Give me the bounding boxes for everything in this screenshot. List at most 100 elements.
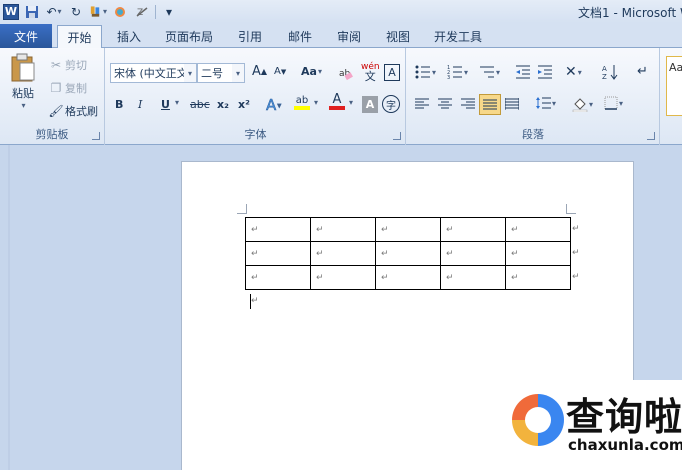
show-marks-button[interactable]: ↵: [637, 64, 648, 79]
font-color-dropdown-icon[interactable]: ▾: [348, 98, 353, 107]
format-painter-qat-icon[interactable]: ▾: [89, 3, 107, 21]
format-painter-label: 格式刷: [65, 105, 98, 118]
table-cell[interactable]: ↵: [440, 241, 506, 266]
font-name-dropdown-icon[interactable]: ▾: [184, 64, 196, 82]
change-case-button[interactable]: Aa ▾: [301, 65, 322, 78]
italic-button[interactable]: I: [138, 98, 142, 111]
table-cell[interactable]: ↵: [310, 265, 376, 290]
table-cell[interactable]: ↵: [375, 265, 441, 290]
align-right-icon: [461, 98, 475, 109]
shading-button[interactable]: ▾: [572, 96, 593, 112]
font-color-button[interactable]: A: [329, 93, 345, 110]
save-icon[interactable]: [23, 3, 41, 21]
table-cell[interactable]: ↵: [245, 265, 311, 290]
underline-dropdown-icon[interactable]: ▾: [174, 98, 179, 107]
font-size-dropdown-icon[interactable]: ▾: [232, 64, 244, 82]
table-cell[interactable]: ↵: [245, 217, 311, 242]
table-cell[interactable]: ↵: [375, 217, 441, 242]
asian-layout-button[interactable]: ✕ ▾: [565, 64, 582, 80]
font-size-combo[interactable]: 二号 ▾: [197, 63, 245, 83]
table-cell[interactable]: ↵: [245, 241, 311, 266]
clear-formatting-button[interactable]: ab: [338, 65, 354, 81]
table-cell[interactable]: ↵: [505, 241, 571, 266]
line-spacing-button[interactable]: ▾: [535, 96, 556, 110]
align-center-button[interactable]: [438, 98, 452, 110]
format-painter-button[interactable]: 🖌 格式刷: [47, 102, 98, 120]
strikethrough-button[interactable]: abc: [190, 98, 210, 111]
cut-button[interactable]: ✂ 剪切: [47, 56, 87, 74]
align-right-button[interactable]: [461, 98, 475, 110]
tab-page-layout[interactable]: 页面布局: [160, 25, 218, 48]
table-cell[interactable]: ↵: [440, 265, 506, 290]
color-wheel-icon[interactable]: [111, 3, 129, 21]
font-color-bar: [329, 106, 345, 110]
highlight-button[interactable]: ab: [294, 96, 310, 110]
table-cell[interactable]: ↵: [375, 241, 441, 266]
enclose-characters-button[interactable]: 字: [382, 95, 400, 113]
paste-button[interactable]: 粘贴 ▾: [8, 53, 38, 110]
decrease-indent-button[interactable]: [515, 65, 531, 79]
font-name-combo[interactable]: 宋体 (中文正文) ▾: [110, 63, 197, 83]
tab-home[interactable]: 开始: [57, 25, 102, 49]
tab-mailings[interactable]: 邮件: [280, 25, 320, 48]
watermark: 查询啦 chaxunla.com: [506, 380, 682, 470]
table-cell[interactable]: ↵: [440, 217, 506, 242]
clear-formatting-icon: ab: [339, 69, 353, 81]
pilcrow-icon: ↵: [637, 64, 648, 79]
tab-review[interactable]: 审阅: [329, 25, 369, 48]
copy-button[interactable]: ❐ 复制: [47, 79, 87, 97]
distributed-icon: [505, 98, 519, 110]
tab-references[interactable]: 引用: [230, 25, 270, 48]
customize-qat-icon[interactable]: ▾: [160, 3, 178, 21]
table-cell[interactable]: ↵: [310, 241, 376, 266]
justify-button[interactable]: [479, 94, 501, 115]
paste-dropdown-icon[interactable]: ▾: [21, 101, 25, 110]
paragraph-launcher-icon[interactable]: [647, 132, 655, 140]
change-case-icon: Aa: [301, 65, 317, 78]
increase-indent-button[interactable]: [537, 65, 553, 79]
document-table[interactable]: ↵ ↵ ↵ ↵ ↵ ↵ ↵ ↵ ↵ ↵ ↵ ↵ ↵ ↵ ↵: [245, 217, 571, 290]
watermark-logo-icon: [512, 394, 564, 446]
paint-bucket-icon: [572, 98, 588, 112]
table-cell[interactable]: ↵: [505, 265, 571, 290]
table-row: ↵ ↵ ↵ ↵ ↵: [245, 217, 571, 242]
increase-indent-icon: [538, 65, 552, 79]
sort-button[interactable]: AZ: [602, 64, 620, 80]
clipboard-launcher-icon[interactable]: [92, 132, 100, 140]
paste-label: 粘贴: [12, 87, 34, 100]
row-end-mark: ↵: [572, 224, 580, 234]
window-title: 文档1 - Microsoft W: [578, 6, 682, 20]
font-launcher-icon[interactable]: [393, 132, 401, 140]
borders-button[interactable]: ▾: [604, 96, 623, 110]
tab-file[interactable]: 文件: [0, 24, 52, 48]
bold-button[interactable]: B: [115, 98, 123, 111]
highlight-dropdown-icon[interactable]: ▾: [313, 98, 318, 107]
phonetic-guide-button[interactable]: wén 文: [361, 63, 380, 83]
align-left-button[interactable]: [415, 98, 429, 110]
text-effects-icon: A: [266, 96, 277, 115]
vertical-ruler: [8, 145, 10, 470]
subscript-button[interactable]: x₂: [217, 98, 229, 111]
tab-insert[interactable]: 插入: [108, 25, 150, 48]
char-border-button[interactable]: A: [384, 64, 400, 81]
underline-button[interactable]: U: [161, 98, 170, 111]
redo-icon[interactable]: ↻: [67, 3, 85, 21]
word-logo-icon[interactable]: W: [3, 3, 19, 20]
decrease-indent-icon: [516, 65, 530, 79]
undo-icon[interactable]: ↶ ▾: [45, 3, 63, 21]
multilevel-list-button[interactable]: ▾: [479, 65, 500, 79]
styles-gallery[interactable]: Aa: [666, 56, 682, 116]
clear-format-icon[interactable]: Z: [133, 3, 151, 21]
shrink-font-button[interactable]: A ▼: [274, 66, 286, 77]
tab-developer[interactable]: 开发工具: [428, 25, 488, 48]
distributed-button[interactable]: [505, 98, 519, 110]
table-cell[interactable]: ↵: [505, 217, 571, 242]
bullets-button[interactable]: ▾: [415, 65, 436, 79]
superscript-button[interactable]: x²: [238, 98, 250, 111]
tab-view[interactable]: 视图: [378, 25, 418, 48]
char-shading-button[interactable]: A: [362, 96, 378, 113]
grow-font-button[interactable]: A ▲: [252, 64, 267, 79]
text-effects-button[interactable]: A ▾: [266, 96, 282, 115]
table-cell[interactable]: ↵: [310, 217, 376, 242]
numbering-button[interactable]: 1 2 3 ▾: [447, 65, 468, 79]
